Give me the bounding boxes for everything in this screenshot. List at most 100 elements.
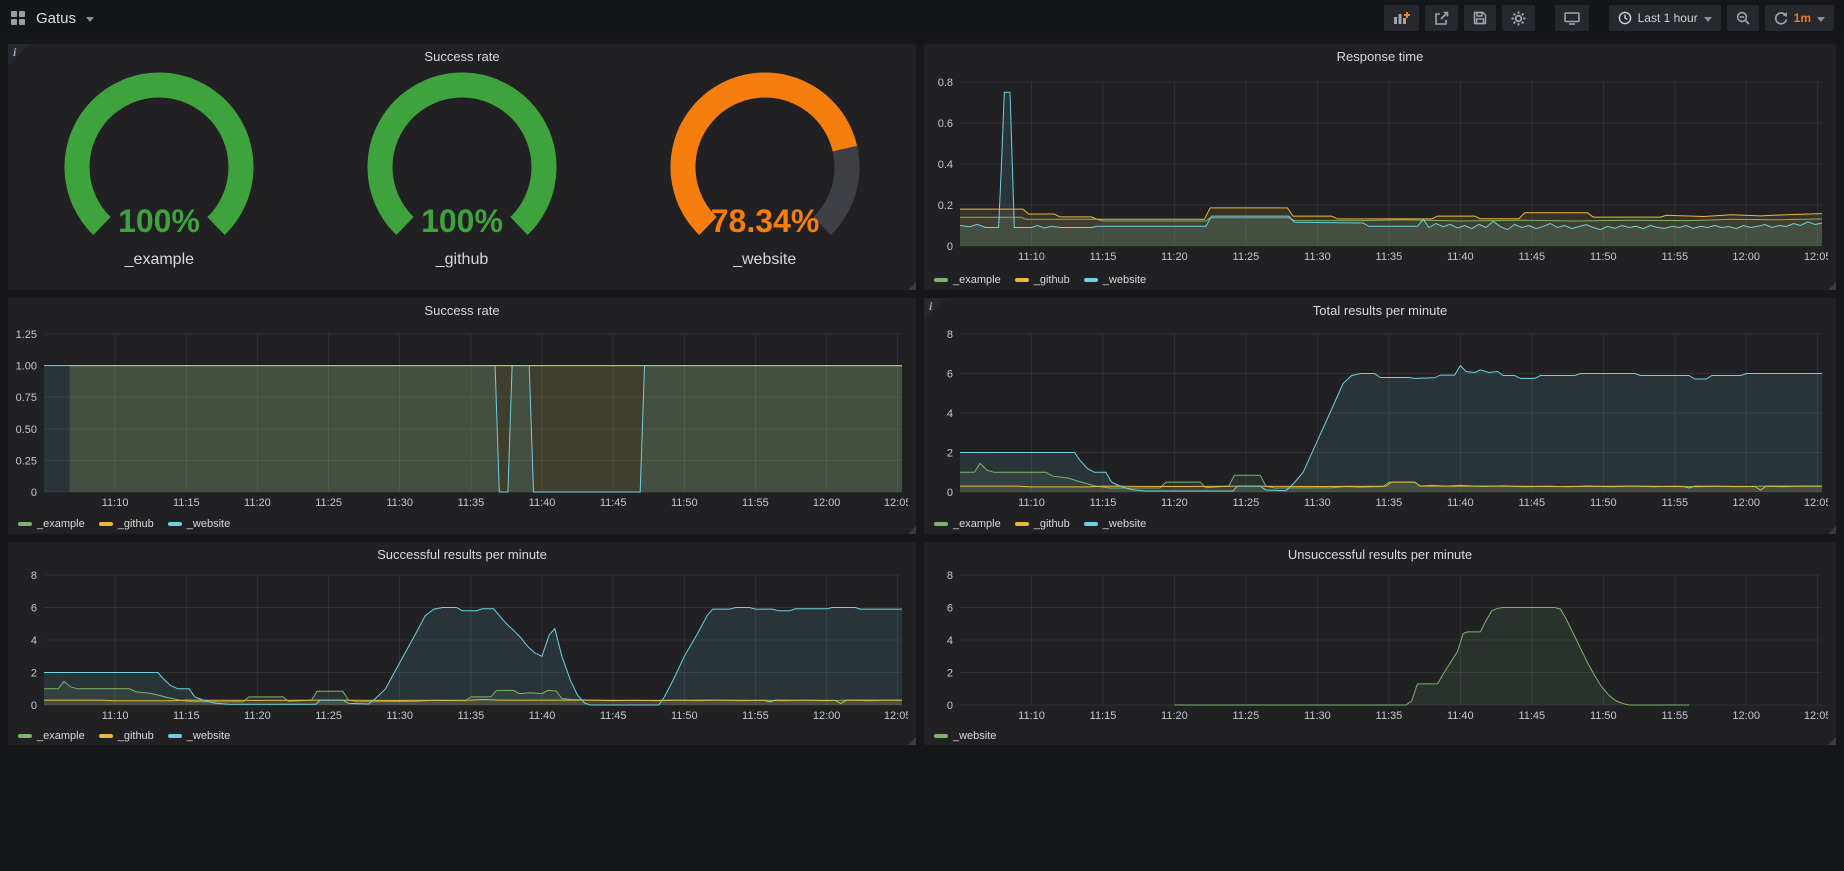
legend-marker [168,522,182,526]
legend-item-_example[interactable]: _example [18,730,85,742]
zoom-out-button[interactable] [1727,5,1759,31]
legend-item-_website[interactable]: _website [934,730,996,742]
legend-marker [99,522,113,526]
y-tick-label: 0 [31,487,37,499]
x-tick-label: 11:40 [1447,251,1474,263]
x-tick-label: 12:05 [1804,251,1828,263]
legend-item-_github[interactable]: _github [1015,274,1070,286]
panel-resize-handle[interactable] [908,282,916,290]
x-tick-label: 11:55 [742,497,769,509]
plot-area[interactable]: 11:1011:1511:2011:2511:3011:3511:4011:45… [930,76,1828,264]
gear-icon [1511,11,1526,26]
x-tick-label: 11:35 [458,710,485,722]
panel-resize-handle[interactable] [1828,526,1836,534]
plot-area[interactable]: 11:1011:1511:2011:2511:3011:3511:4011:45… [14,569,908,723]
x-tick-label: 11:55 [1661,251,1688,263]
legend-item-_github[interactable]: _github [1015,518,1070,530]
x-tick-label: 12:00 [1732,251,1760,263]
x-tick-label: 12:05 [884,710,908,722]
x-tick-label: 11:35 [1376,497,1403,509]
gauge-row: 100% _example 100% _github 78.34% _websi… [8,72,916,284]
add-panel-icon [1393,11,1410,25]
add-panel-button[interactable] [1384,5,1419,31]
legend-item-_example[interactable]: _example [934,518,1001,530]
series-fill-_website [960,366,1822,492]
panel-info-icon[interactable]: i [924,298,946,320]
gauge-arc: 100% [312,72,612,249]
panel-unsuccessful-results-per-minute: Unsuccessful results per minute 11:1011:… [924,542,1836,745]
dashboard-switcher[interactable]: Gatus [10,10,94,27]
chart-legend: _example _github _website [934,274,1146,286]
y-tick-label: 2 [947,448,953,460]
cycle-view-button[interactable] [1555,5,1589,31]
x-tick-label: 11:25 [315,710,342,722]
panel-title[interactable]: Total results per minute [924,298,1836,324]
y-tick-label: 2 [947,668,953,680]
time-range-label: Last 1 hour [1638,11,1698,25]
x-tick-label: 11:35 [458,497,485,509]
x-tick-label: 12:00 [813,497,841,509]
panel-resize-handle[interactable] [1828,737,1836,745]
x-tick-label: 11:25 [1233,251,1260,263]
legend-item-_github[interactable]: _github [99,730,154,742]
panel-title[interactable]: Success rate [8,298,916,324]
chart-legend: _example _github _website [934,518,1146,530]
refresh-icon [1774,11,1788,25]
x-tick-label: 11:15 [1090,251,1117,263]
navbar-actions: Last 1 hour 1m [1384,5,1834,31]
settings-button[interactable] [1502,5,1535,31]
panel-title[interactable]: Unsuccessful results per minute [924,542,1836,568]
dashboard-title[interactable]: Gatus [36,10,76,27]
panel-resize-handle[interactable] [908,526,916,534]
refresh-button[interactable]: 1m [1765,5,1834,31]
legend-label: _website [187,518,230,530]
legend-item-_website[interactable]: _website [168,730,230,742]
y-tick-label: 6 [947,369,953,381]
panel-resize-handle[interactable] [908,737,916,745]
legend-item-_github[interactable]: _github [99,518,154,530]
x-tick-label: 11:30 [386,497,413,509]
x-tick-label: 11:15 [173,710,200,722]
time-picker-button[interactable]: Last 1 hour [1609,5,1721,31]
y-tick-label: 0 [947,487,953,499]
legend-item-_website[interactable]: _website [1084,274,1146,286]
panel-total-results-per-minute: i Total results per minute 11:1011:1511:… [924,298,1836,534]
plot-area[interactable]: 11:1011:1511:2011:2511:3011:3511:4011:45… [930,569,1828,723]
legend-label: _website [953,730,996,742]
share-button[interactable] [1425,5,1458,31]
gauge-example: 100% _example [8,72,311,284]
panel-title[interactable]: Successful results per minute [8,542,916,568]
y-tick-label: 8 [947,570,953,582]
x-tick-label: 11:10 [1018,497,1045,509]
refresh-interval-label[interactable]: 1m [1794,11,1811,25]
panel-info-icon[interactable]: i [8,44,30,66]
x-tick-label: 11:40 [529,497,556,509]
legend-marker [18,734,32,738]
plot-area[interactable]: 11:1011:1511:2011:2511:3011:3511:4011:45… [930,328,1828,510]
apps-grid-icon[interactable] [10,10,26,26]
x-tick-label: 11:20 [1161,251,1188,263]
plot-area[interactable]: 11:1011:1511:2011:2511:3011:3511:4011:45… [14,328,908,510]
save-button[interactable] [1464,5,1496,31]
gauge-arc: 100% [9,72,309,249]
x-tick-label: 11:50 [1590,497,1617,509]
legend-item-_example[interactable]: _example [934,274,1001,286]
legend-item-_website[interactable]: _website [1084,518,1146,530]
legend-item-_example[interactable]: _example [18,518,85,530]
y-tick-label: 4 [947,408,953,420]
panel-title[interactable]: Success rate [8,44,916,70]
x-tick-label: 12:05 [1804,710,1828,722]
x-tick-label: 11:10 [102,710,129,722]
x-tick-label: 11:50 [1590,710,1617,722]
y-tick-label: 0.25 [16,455,37,467]
legend-item-_website[interactable]: _website [168,518,230,530]
y-tick-label: 4 [31,635,37,647]
panel-title[interactable]: Response time [924,44,1836,70]
y-tick-label: 1.00 [16,361,37,373]
panel-resize-handle[interactable] [1828,282,1836,290]
legend-label: _example [953,518,1001,530]
x-tick-label: 11:50 [1590,251,1617,263]
gauge-value: 100% [118,203,200,239]
gauge-label: _website [733,251,796,269]
legend-label: _github [1034,518,1070,530]
